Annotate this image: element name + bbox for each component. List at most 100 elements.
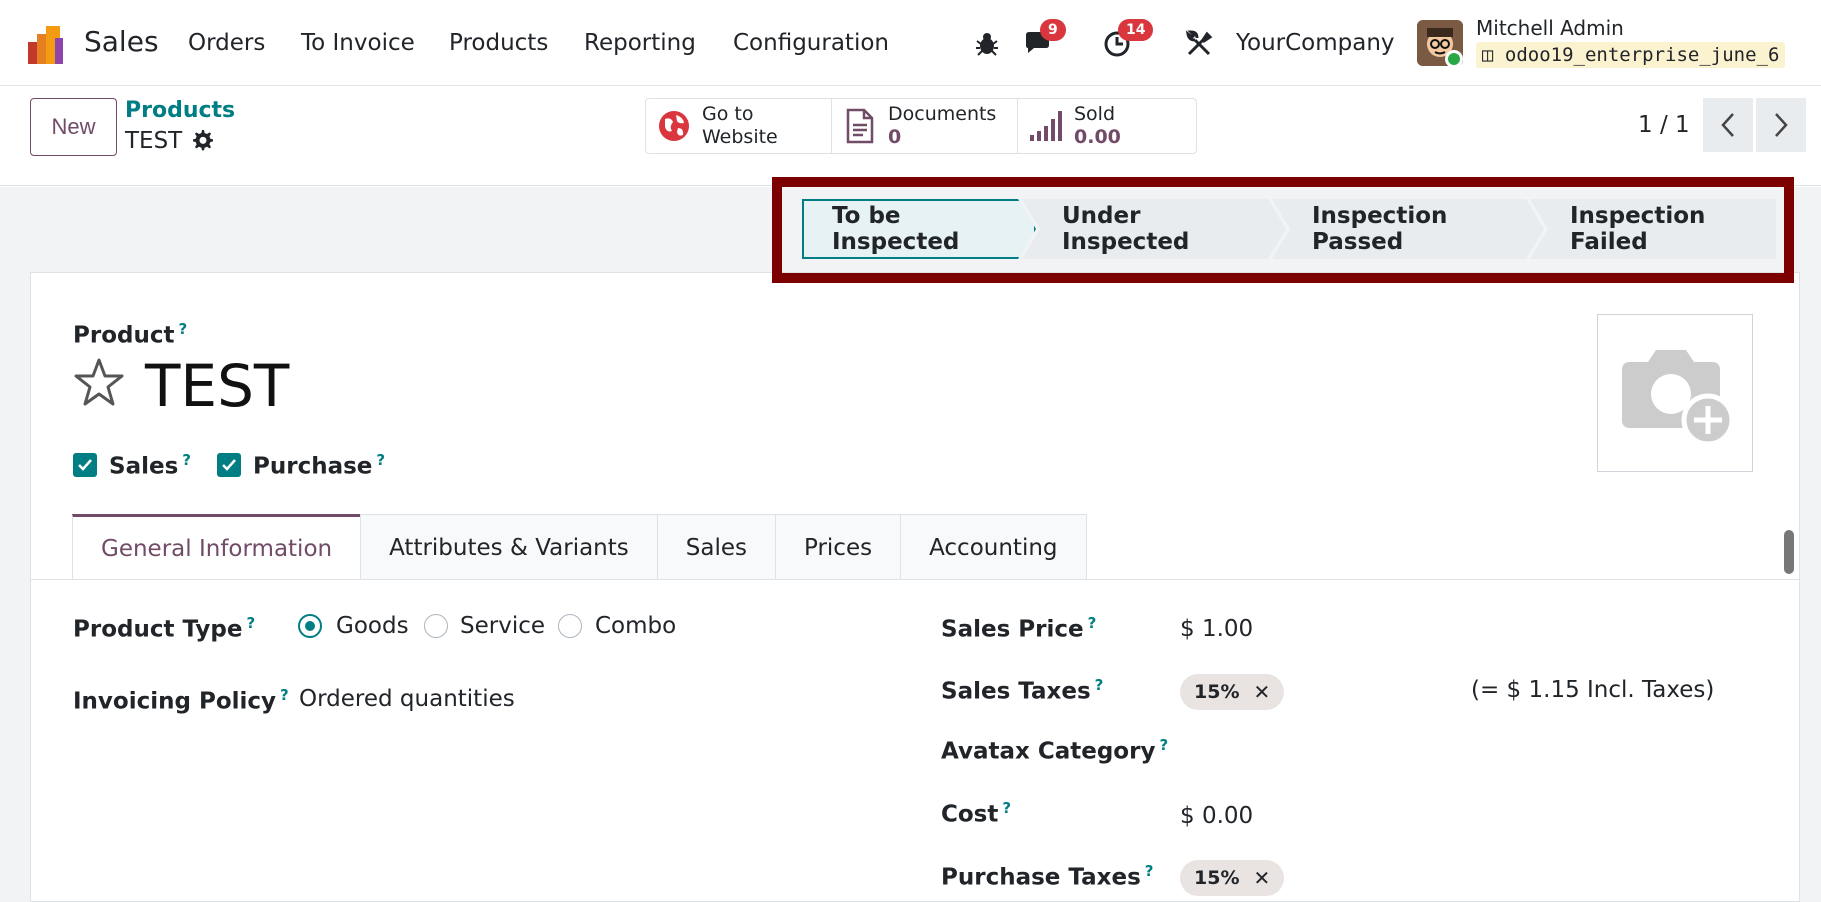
breadcrumb-products[interactable]: Products — [125, 98, 235, 123]
menu-reporting[interactable]: Reporting — [584, 30, 696, 56]
cost-field[interactable]: $ 0.00 — [1180, 803, 1253, 829]
breadcrumb-current: TEST — [125, 128, 183, 154]
invoicing-policy-label-text: Invoicing Policy — [73, 688, 277, 715]
messages-badge: 9 — [1040, 19, 1066, 41]
sold-button[interactable]: Sold 0.00 — [1018, 99, 1196, 153]
database-icon: ◫ — [1482, 44, 1494, 66]
pager-previous-button[interactable] — [1703, 98, 1753, 152]
menu-orders[interactable]: Orders — [188, 30, 265, 56]
product-type-label-text: Product Type — [73, 616, 243, 643]
pager-counter[interactable]: 1 / 1 — [1638, 112, 1690, 138]
documents-button[interactable]: Documents 0 — [832, 99, 1018, 153]
sales-checkbox[interactable] — [73, 453, 97, 477]
avatax-category-label: Avatax Category? — [941, 736, 1168, 765]
purchase-checkbox-label: Purchase? — [253, 451, 385, 480]
sales-checkbox-label: Sales? — [109, 451, 191, 480]
checkmark-icon — [222, 459, 236, 471]
tab-sales[interactable]: Sales — [656, 514, 776, 580]
favorite-star-icon[interactable] — [72, 356, 126, 410]
product-type-service-radio[interactable] — [424, 614, 448, 638]
menu-products[interactable]: Products — [449, 30, 548, 56]
new-button[interactable]: New — [30, 98, 117, 156]
product-image-upload[interactable] — [1597, 314, 1753, 472]
help-icon[interactable]: ? — [1088, 614, 1097, 632]
messages-icon[interactable]: 9 — [1022, 19, 1066, 61]
document-icon — [842, 108, 878, 144]
sales-taxes-label: Sales Taxes? — [941, 676, 1103, 705]
invoicing-policy-label: Invoicing Policy? — [73, 686, 289, 715]
activities-clock-icon[interactable]: 14 — [1100, 19, 1154, 61]
sales-taxes-label-text: Sales Taxes — [941, 678, 1091, 705]
product-type-label: Product Type? — [73, 614, 255, 643]
globe-icon — [656, 108, 692, 144]
chevron-right-icon — [1775, 113, 1788, 137]
help-icon[interactable]: ? — [1159, 736, 1168, 754]
purchase-tax-tag[interactable]: 15% ✕ — [1180, 860, 1285, 896]
incl-taxes-text: (= $ 1.15 Incl. Taxes) — [1471, 677, 1715, 703]
tab-attributes-variants[interactable]: Attributes & Variants — [360, 514, 658, 580]
go-to-website-button[interactable]: Go to Website — [646, 99, 832, 153]
help-icon[interactable]: ? — [376, 451, 385, 469]
app-name[interactable]: Sales — [84, 25, 159, 58]
cost-label: Cost? — [941, 799, 1011, 828]
sales-tax-tag-text: 15% — [1194, 681, 1240, 703]
company-switcher[interactable]: YourCompany — [1236, 30, 1395, 56]
product-type-goods-radio[interactable] — [298, 614, 322, 638]
tab-prices[interactable]: Prices — [774, 514, 902, 580]
help-icon[interactable]: ? — [1145, 862, 1154, 880]
debug-bug-icon[interactable] — [970, 27, 1004, 61]
product-title[interactable]: TEST — [145, 352, 289, 420]
tab-accounting[interactable]: Accounting — [900, 514, 1087, 580]
help-icon[interactable]: ? — [182, 451, 191, 469]
invoicing-policy-field[interactable]: Ordered quantities — [299, 686, 515, 712]
status-bar-highlight-frame — [772, 177, 1794, 283]
sales-price-field[interactable]: $ 1.00 — [1180, 616, 1253, 642]
sold-value: 0.00 — [1074, 126, 1121, 148]
chevron-left-icon — [1721, 113, 1734, 137]
help-icon[interactable]: ? — [1002, 799, 1011, 817]
menu-configuration[interactable]: Configuration — [733, 30, 889, 56]
product-type-combo-radio[interactable] — [558, 614, 582, 638]
avatax-category-label-text: Avatax Category — [941, 738, 1156, 765]
product-type-combo-label[interactable]: Combo — [595, 613, 676, 639]
documents-label: Documents — [888, 103, 997, 125]
activities-badge: 14 — [1118, 19, 1154, 41]
purchase-checkbox[interactable] — [217, 453, 241, 477]
top-navbar: Sales Orders To Invoice Products Reporti… — [0, 0, 1821, 86]
tools-icon[interactable] — [1182, 27, 1216, 61]
close-icon[interactable]: ✕ — [1253, 680, 1270, 704]
purchase-checkbox-text: Purchase — [253, 453, 373, 480]
camera-add-icon — [1622, 350, 1735, 446]
go-to-website-line2: Website — [702, 126, 778, 148]
online-status-dot — [1445, 50, 1463, 68]
product-type-goods-label[interactable]: Goods — [336, 613, 409, 639]
pager-next-button[interactable] — [1756, 98, 1806, 152]
purchase-taxes-label-text: Purchase Taxes — [941, 864, 1141, 891]
go-to-website-line1: Go to — [702, 103, 754, 125]
sales-app-logo-icon[interactable] — [28, 24, 70, 66]
help-icon[interactable]: ? — [280, 686, 289, 704]
menu-to-invoice[interactable]: To Invoice — [301, 30, 415, 56]
control-panel: New Products TEST Go to Website Document… — [0, 86, 1821, 186]
sales-tax-tag[interactable]: 15% ✕ — [1180, 674, 1285, 710]
help-icon[interactable]: ? — [247, 614, 256, 632]
product-label: Product? — [73, 320, 187, 349]
help-icon[interactable]: ? — [178, 320, 187, 338]
user-name[interactable]: Mitchell Admin — [1476, 16, 1624, 40]
database-name-text: odoo19_enterprise_june_6 — [1504, 44, 1780, 66]
form-sheet — [30, 272, 1800, 902]
close-icon[interactable]: ✕ — [1253, 866, 1270, 890]
gear-icon[interactable] — [190, 128, 214, 152]
product-label-text: Product — [73, 322, 175, 349]
purchase-taxes-label: Purchase Taxes? — [941, 862, 1153, 891]
product-type-service-label[interactable]: Service — [460, 613, 545, 639]
tabs-scrollbar[interactable] — [1784, 530, 1794, 574]
sales-checkbox-text: Sales — [109, 453, 179, 480]
checkmark-icon — [78, 459, 92, 471]
help-icon[interactable]: ? — [1095, 676, 1104, 694]
sold-label: Sold — [1074, 103, 1116, 125]
tab-general-information[interactable]: General Information — [72, 514, 362, 580]
sales-price-label: Sales Price? — [941, 614, 1096, 643]
cost-label-text: Cost — [941, 801, 999, 828]
smart-buttons: Go to Website Documents 0 Sold 0.00 — [645, 98, 1197, 154]
